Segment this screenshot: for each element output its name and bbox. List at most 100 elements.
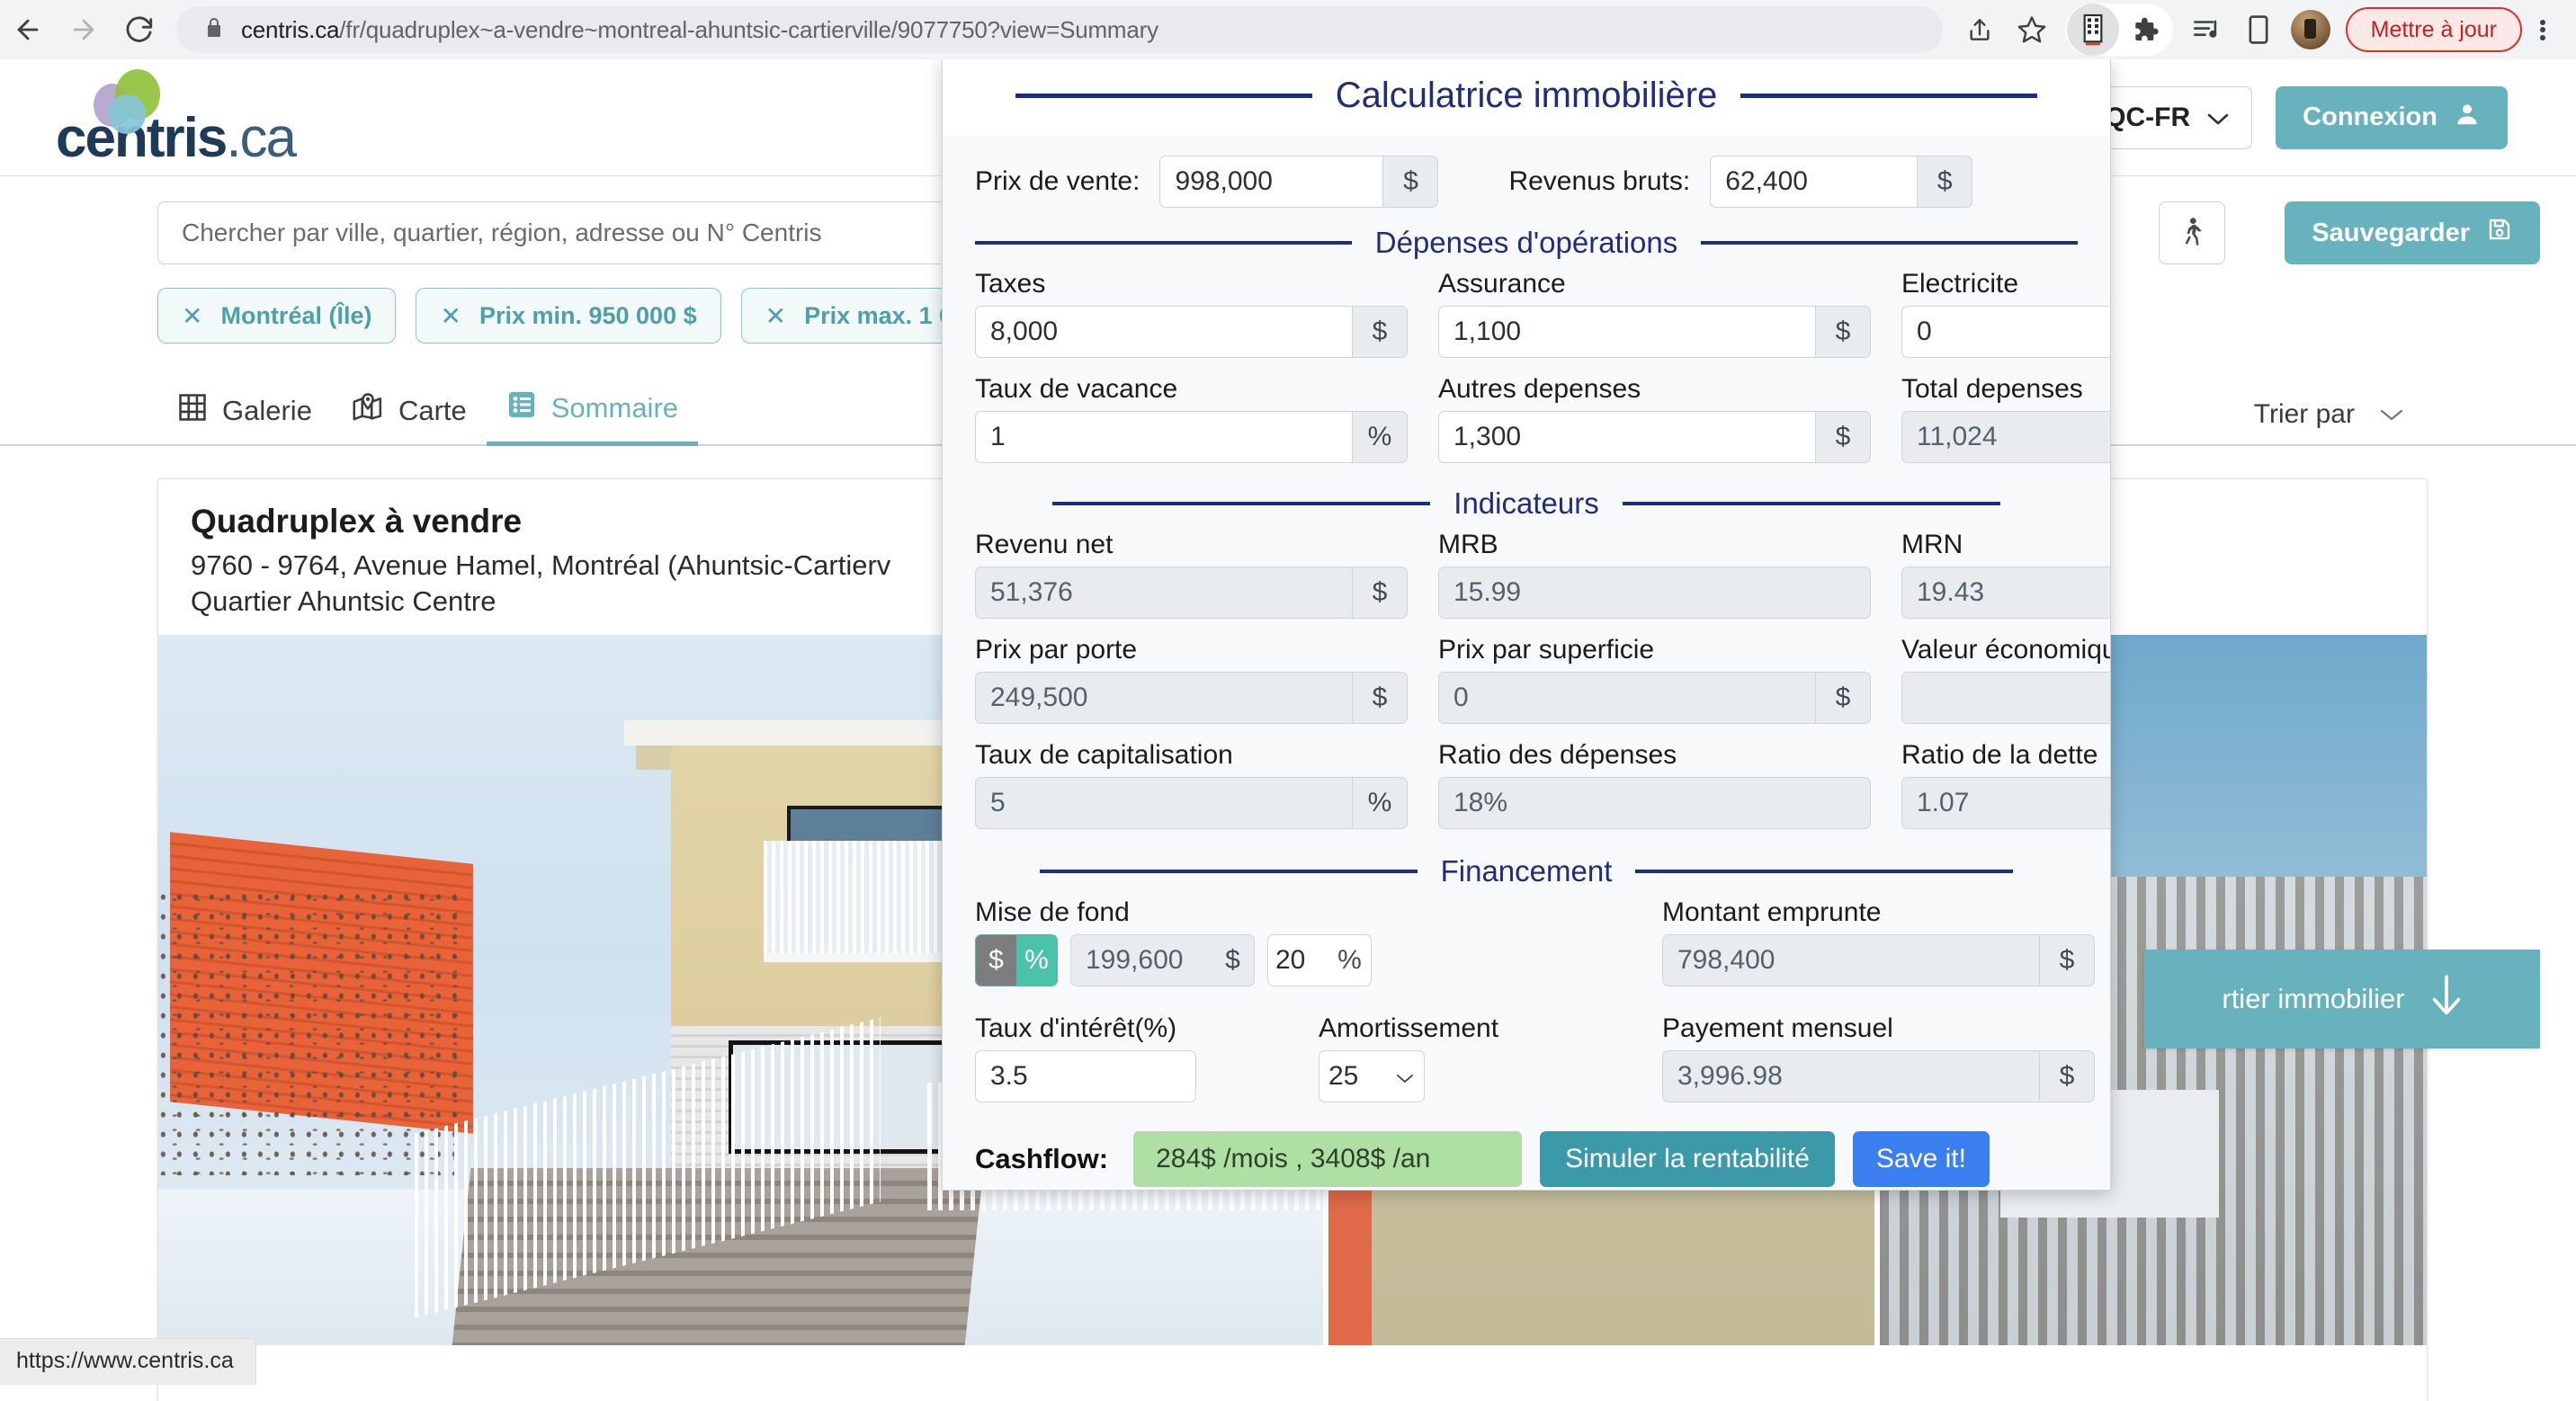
currency-unit: $	[2039, 934, 2095, 986]
currency-unit: $	[1815, 411, 1871, 463]
filter-chip-label: Prix min. 950 000 $	[479, 301, 697, 329]
gross-income-label: Revenus bruts:	[1508, 166, 1691, 196]
grid-icon	[177, 392, 208, 430]
interest-rate-field[interactable]	[975, 1050, 1196, 1102]
save-it-button[interactable]: Save it!	[1852, 1131, 1990, 1187]
login-button[interactable]: Connexion	[2276, 85, 2508, 149]
expense-taxes-field[interactable]: $	[975, 306, 1408, 358]
monthly-payment-input	[1662, 1050, 2039, 1102]
chevron-down-icon	[2206, 103, 2230, 133]
forward-button[interactable]	[56, 2, 112, 58]
expense-assurance-field[interactable]: $	[1438, 306, 1871, 358]
expense-electricite-field[interactable]: $	[1901, 306, 2110, 358]
close-icon[interactable]: ✕	[440, 301, 461, 331]
indicator-prix-par-superficie-field: $	[1438, 672, 1871, 724]
list-icon	[506, 389, 537, 427]
tab-galerie-label: Galerie	[222, 395, 312, 426]
expense-other: Autres depenses $	[1438, 369, 1871, 474]
promo-banner-label: rtier immobilier	[2222, 983, 2405, 1014]
expense-taxes-input[interactable]	[975, 306, 1352, 358]
avatar[interactable]	[2285, 4, 2337, 56]
gross-income-field[interactable]: $	[1710, 156, 1973, 208]
building-extension-icon[interactable]	[2066, 4, 2119, 56]
indicator-valeur-economique: Valeur économique $	[1901, 629, 2110, 735]
down-payment-percent-field[interactable]: %	[1267, 934, 1372, 986]
filter-chip[interactable]: ✕ Montréal (Île)	[157, 288, 397, 344]
section-rule-right	[1622, 502, 2000, 505]
sale-price-field[interactable]: $	[1159, 156, 1439, 208]
indicator-ratio-depenses: Ratio des dépenses	[1438, 735, 1871, 840]
expense-other-input[interactable]	[1438, 411, 1815, 463]
expense-assurance-label: Assurance	[1438, 269, 1566, 299]
update-button[interactable]: Mettre à jour	[2345, 7, 2522, 52]
filter-chip[interactable]: ✕ Prix min. 950 000 $	[416, 288, 721, 344]
device-phone-icon[interactable]	[2232, 4, 2285, 56]
map-icon	[352, 392, 384, 430]
simulate-profitability-button[interactable]: Simuler la rentabilité	[1540, 1131, 1835, 1187]
sale-price-input[interactable]	[1159, 156, 1383, 208]
indicator-prix-par-porte-field: $	[975, 672, 1408, 724]
lock-icon	[203, 17, 225, 43]
centris-logo[interactable]: centris.ca	[56, 68, 297, 166]
indicator-prix-par-porte-label: Prix par porte	[975, 635, 1138, 665]
tab-carte-label: Carte	[398, 395, 467, 426]
promo-banner[interactable]: rtier immobilier	[2144, 950, 2540, 1049]
financing-section-title: Financement	[1440, 854, 1613, 888]
indicators-section-title: Indicateurs	[1453, 486, 1599, 520]
calculator-footer: Cashflow: 284$ /mois , 3408$ /an Simuler…	[943, 1113, 2110, 1190]
sort-by-dropdown[interactable]: Trier par	[2254, 399, 2405, 430]
url-path: /fr/quadruplex~a-vendre~montreal-ahuntsi…	[339, 15, 1158, 43]
chrome-menu-icon[interactable]	[2522, 4, 2563, 56]
indicator-revenu-net-field: $	[975, 567, 1408, 619]
bookmark-star-icon[interactable]	[2006, 4, 2058, 56]
indicator-mrb: MRB	[1438, 524, 1871, 629]
tab-galerie[interactable]: Galerie	[157, 392, 332, 444]
sort-by-label: Trier par	[2253, 399, 2355, 429]
expense-electricite-input[interactable]	[1901, 306, 2110, 358]
expense-total-input	[1901, 411, 2110, 463]
back-button[interactable]	[0, 2, 56, 58]
tab-sommaire[interactable]: Sommaire	[486, 389, 699, 446]
indicator-revenu-net-input	[975, 567, 1352, 619]
tab-carte[interactable]: Carte	[332, 392, 487, 444]
interest-rate-input[interactable]	[975, 1050, 1196, 1102]
down-payment-percent-input[interactable]	[1267, 934, 1328, 986]
media-list-icon[interactable]	[2180, 4, 2232, 56]
puzzle-extensions-icon[interactable]	[2119, 4, 2171, 56]
save-search-button[interactable]: Sauvegarder	[2285, 201, 2540, 264]
indicator-mrn-field	[1901, 567, 2110, 619]
expense-assurance-input[interactable]	[1438, 306, 1815, 358]
borrowed-amount-label: Montant emprunte	[1662, 897, 1882, 927]
update-button-label: Mettre à jour	[2370, 16, 2497, 42]
toggle-percent-option[interactable]: %	[1016, 935, 1057, 986]
amortization-value: 25	[1328, 1061, 1359, 1091]
down-payment-label: Mise de fond	[975, 897, 1130, 927]
expense-taxes-label: Taxes	[975, 269, 1046, 299]
amortization-select[interactable]: 25	[1319, 1050, 1425, 1102]
toggle-dollar-option[interactable]: $	[976, 935, 1016, 986]
indicator-ratio-depenses-field	[1438, 777, 1871, 829]
monthly-payment-field: $	[1662, 1050, 2095, 1102]
close-icon[interactable]: ✕	[765, 301, 786, 331]
chrome-icon-group: Mettre à jour	[1954, 4, 2576, 56]
expense-vacancy-field[interactable]: %	[975, 411, 1408, 463]
currency-unit: $	[1212, 934, 1255, 986]
down-payment-unit-toggle[interactable]: $ %	[975, 934, 1058, 986]
gross-income-input[interactable]	[1710, 156, 1918, 208]
reload-button[interactable]	[112, 2, 167, 58]
pinned-extensions	[2064, 4, 2173, 56]
real-estate-calculator-panel[interactable]: Calculatrice immobilière Prix de vente: …	[942, 59, 2111, 1191]
sale-price-label: Prix de vente:	[975, 166, 1140, 196]
address-bar[interactable]: centris.ca/fr/quadruplex~a-vendre~montre…	[176, 6, 1943, 53]
title-rule-right	[1740, 94, 2038, 98]
indicator-ratio-dette-input	[1901, 777, 2110, 829]
login-button-label: Connexion	[2303, 103, 2437, 131]
price-income-row: Prix de vente: $ Revenus bruts: $	[975, 136, 2078, 217]
monthly-payment-block: Payement mensuel $	[1662, 997, 2095, 1113]
expense-other-field[interactable]: $	[1438, 411, 1871, 463]
indicator-prix-par-superficie-label: Prix par superficie	[1438, 635, 1655, 665]
close-icon[interactable]: ✕	[182, 301, 202, 331]
expense-vacancy-input[interactable]	[975, 411, 1352, 463]
walkscore-button[interactable]	[2159, 201, 2225, 264]
share-icon[interactable]	[1954, 4, 2006, 56]
